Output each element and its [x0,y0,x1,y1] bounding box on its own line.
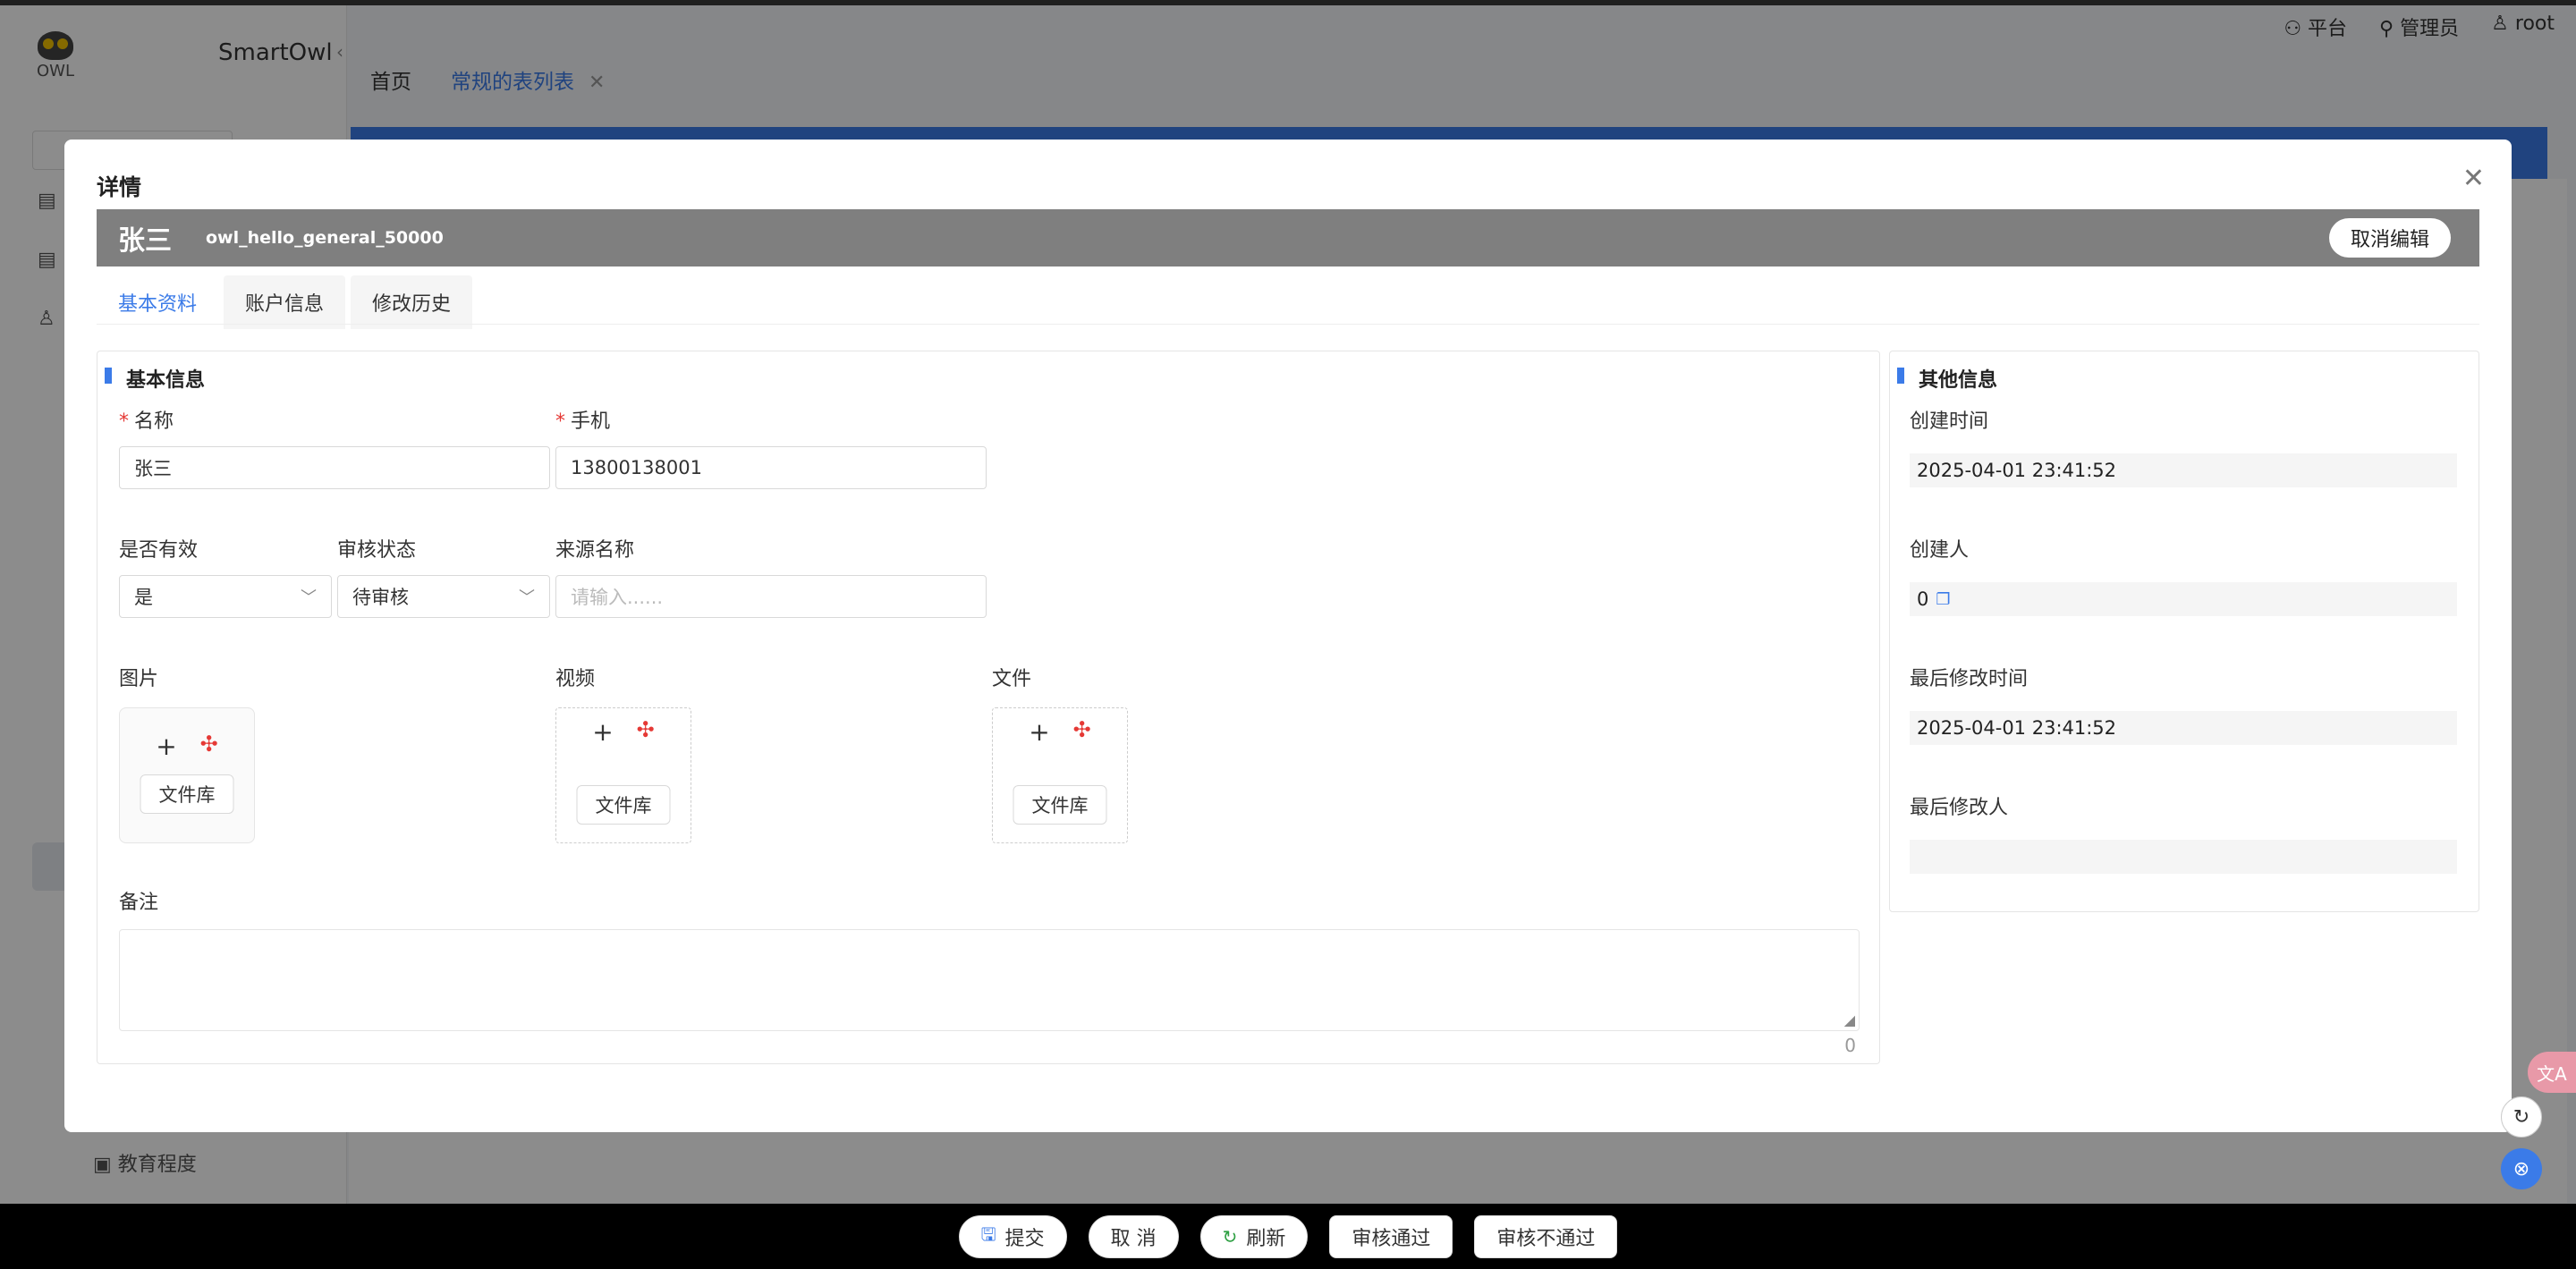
modal-title: 详情 [97,174,142,200]
refresh-icon: ↻ [1222,1225,1238,1248]
tab-divider [97,324,2479,325]
close-circle-icon[interactable]: ⊗ [2501,1148,2542,1189]
tab-account-info[interactable]: 账户信息 [224,275,346,329]
video-label: 视频 [555,668,596,690]
char-counter: 0 [1844,1035,1856,1056]
video-upload[interactable]: + ✣ 文件库 [555,707,691,843]
submit-button[interactable]: 🖫 提交 [958,1214,1067,1258]
valid-label: 是否有效 [119,539,199,562]
section-title: 其他信息 [1897,364,1997,393]
name-field[interactable]: 张三 [119,446,550,489]
required-mark: * [119,410,129,433]
file-upload[interactable]: + ✣ 文件库 [992,707,1128,843]
plus-icon[interactable]: + [1029,717,1049,747]
modal-tabs: 基本资料 账户信息 修改历史 [97,275,473,329]
basic-info-panel: 基本信息 * 名称 张三 * 手机 13800138001 是否有效 是 ﹀ 审核状态… [97,351,1880,1064]
bottom-action-bar: 🖫 提交 取 消 ↻ 刷新 审核通过 审核不通过 [0,1204,2576,1269]
copy-icon[interactable]: ❐ [1936,590,1950,609]
remark-label: 备注 [119,892,159,914]
image-label: 图片 [119,668,159,690]
valid-select[interactable]: 是 ﹀ [119,575,332,618]
save-icon: 🖫 [980,1222,996,1245]
move-icon[interactable]: ✣ [1073,717,1091,747]
modified-time-label: 最后修改时间 [1910,668,2029,690]
chevron-down-icon: ﹀ [301,588,317,607]
phone-label: * 手机 [555,410,611,433]
reject-button[interactable]: 审核不通过 [1474,1214,1618,1258]
created-time-value: 2025-04-01 23:41:52 [1910,453,2457,487]
other-info-panel: 其他信息 创建时间 2025-04-01 23:41:52 创建人 0 ❐ 最后修… [1889,351,2479,912]
phone-field[interactable]: 13800138001 [555,446,987,489]
cancel-button[interactable]: 取 消 [1088,1214,1179,1258]
audit-label: 审核状态 [337,539,417,562]
move-icon[interactable]: ✣ [200,732,218,761]
name-label: * 名称 [119,410,174,433]
plus-icon[interactable]: + [156,732,176,761]
upload-icons: + ✣ [120,732,254,761]
record-code: owl_hello_general_50000 [206,228,444,248]
plus-icon[interactable]: + [592,717,613,747]
file-library-button[interactable]: 文件库 [576,785,671,825]
file-library-button[interactable]: 文件库 [1013,785,1107,825]
tab-edit-history[interactable]: 修改历史 [351,275,473,329]
upload-icons: + ✣ [993,717,1127,747]
audit-status-select[interactable]: 待审核 ﹀ [337,575,550,618]
move-icon[interactable]: ✣ [637,717,655,747]
modifier-value [1910,840,2457,874]
translate-icon[interactable]: 文A [2528,1052,2576,1093]
cancel-edit-button[interactable]: 取消编辑 [2328,218,2451,258]
section-title: 基本信息 [105,364,205,393]
chevron-down-icon: ﹀ [519,588,535,607]
file-label: 文件 [992,668,1032,690]
file-library-button[interactable]: 文件库 [140,774,234,814]
detail-modal: 详情 ✕ 张三 owl_hello_general_50000 取消编辑 基本资… [64,140,2512,1132]
close-icon[interactable]: ✕ [2462,163,2485,194]
remark-textarea[interactable]: ◢ [119,929,1860,1031]
approve-button[interactable]: 审核通过 [1329,1214,1453,1258]
upload-icons: + ✣ [556,717,691,747]
required-mark: * [555,410,565,433]
creator-value: 0 ❐ [1910,582,2457,616]
record-header: 张三 owl_hello_general_50000 取消编辑 [97,209,2479,266]
modifier-label: 最后修改人 [1910,797,2009,819]
tab-basic-info[interactable]: 基本资料 [97,275,219,329]
refresh-icon[interactable]: ↻ [2501,1096,2542,1138]
source-input[interactable]: 请输入...... [555,575,987,618]
created-time-label: 创建时间 [1910,410,1989,433]
image-upload[interactable]: + ✣ 文件库 [119,707,255,843]
record-name: 张三 [118,225,172,257]
modified-time-value: 2025-04-01 23:41:52 [1910,711,2457,745]
resize-handle-icon[interactable]: ◢ [1844,1011,1855,1028]
refresh-button[interactable]: ↻ 刷新 [1199,1214,1309,1258]
creator-label: 创建人 [1910,539,1970,562]
source-label: 来源名称 [555,539,635,562]
